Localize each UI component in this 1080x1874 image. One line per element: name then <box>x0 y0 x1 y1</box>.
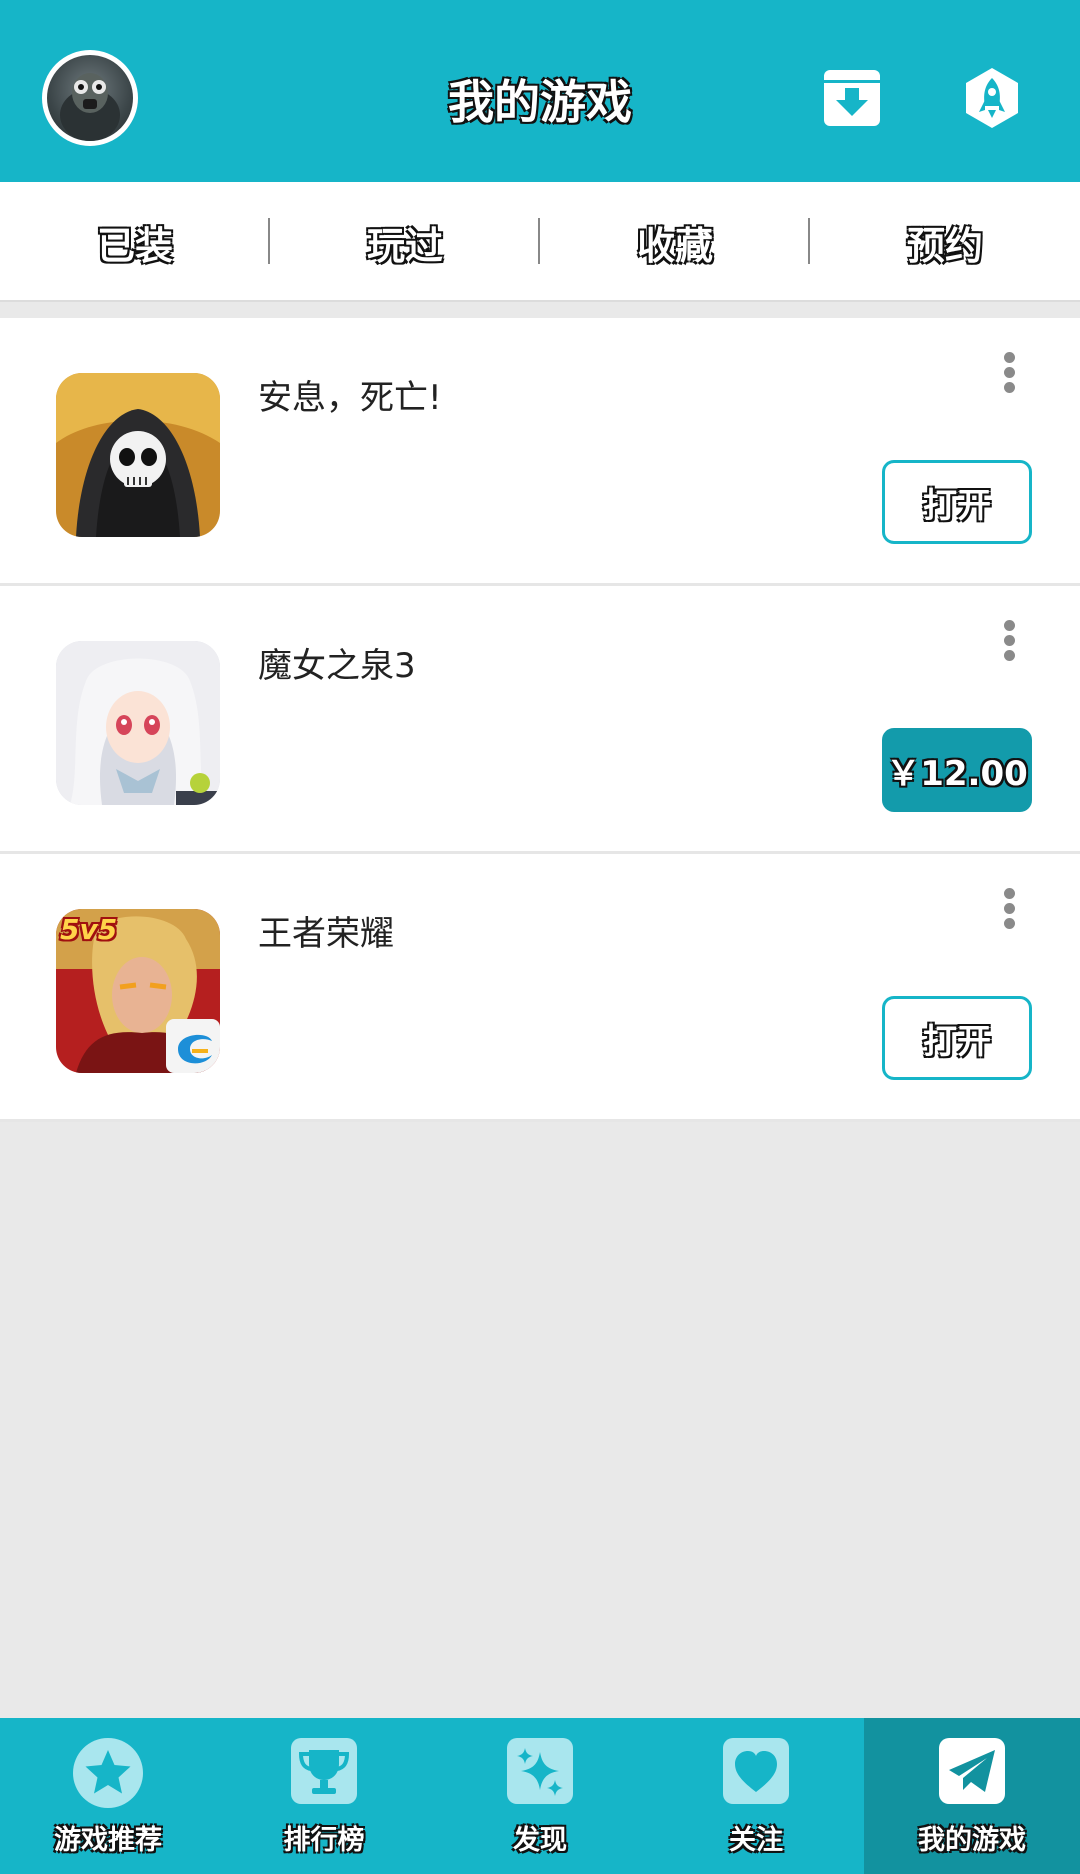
nav-label: 发现 <box>513 1825 567 1856</box>
anime-girl-icon[interactable] <box>56 641 220 805</box>
bottom-navigation: 游戏推荐 排行榜 发现 关注 我的游戏 <box>0 1718 1080 1874</box>
tab-divider <box>538 218 540 264</box>
nav-label: 游戏推荐 <box>54 1825 162 1856</box>
page-title: 我的游戏 <box>448 75 632 129</box>
list-item[interactable]: 5v5 王者荣耀 打开 <box>0 854 1080 1122</box>
nav-label: 我的游戏 <box>918 1825 1026 1856</box>
tab-played[interactable]: 玩过 <box>270 182 540 302</box>
more-options-icon[interactable] <box>996 616 1022 672</box>
more-options-icon[interactable] <box>996 348 1022 404</box>
rocket-icon <box>966 68 1018 128</box>
more-options-icon[interactable] <box>996 884 1022 940</box>
category-tabs: 已装 玩过 收藏 预约 <box>0 182 1080 302</box>
list-item[interactable]: 安息，死亡! 打开 <box>0 318 1080 586</box>
speed-up-button[interactable] <box>960 66 1024 130</box>
nav-label: 排行榜 <box>283 1825 365 1856</box>
nav-label: 关注 <box>729 1825 783 1856</box>
paper-plane-icon <box>939 1738 1005 1804</box>
download-manager-button[interactable] <box>820 66 884 130</box>
skull-reaper-icon[interactable] <box>56 373 220 537</box>
nav-my-games[interactable]: 我的游戏 <box>864 1718 1080 1874</box>
tab-divider <box>808 218 810 264</box>
star-icon <box>73 1738 143 1808</box>
tab-reserved[interactable]: 预约 <box>810 182 1080 302</box>
download-box-icon <box>824 70 880 126</box>
sparkle-icon <box>507 1738 573 1804</box>
tab-divider <box>268 218 270 264</box>
5v5-badge: 5v5 <box>60 913 118 946</box>
tab-favorites[interactable]: 收藏 <box>540 182 810 302</box>
heart-icon <box>723 1738 789 1804</box>
nav-ranking[interactable]: 排行榜 <box>216 1718 432 1874</box>
trophy-icon <box>291 1738 357 1804</box>
game-title[interactable]: 安息，死亡! <box>258 370 442 419</box>
game-title[interactable]: 魔女之泉3 <box>258 638 416 687</box>
nav-discover[interactable]: 发现 <box>432 1718 648 1874</box>
tab-installed[interactable]: 已装 <box>0 182 270 302</box>
price-button[interactable]: ￥12.00 <box>882 728 1032 812</box>
5v5-hero-icon[interactable]: 5v5 <box>56 909 220 1073</box>
nav-follow[interactable]: 关注 <box>648 1718 864 1874</box>
list-item[interactable]: 魔女之泉3 ￥12.00 <box>0 586 1080 854</box>
avatar-image <box>60 73 120 141</box>
open-button[interactable]: 打开 <box>882 460 1032 544</box>
avatar[interactable] <box>42 50 138 146</box>
open-button[interactable]: 打开 <box>882 996 1032 1080</box>
game-list: 安息，死亡! 打开 魔女之泉3 ￥12.00 5v5 王者荣耀 打开 <box>0 318 1080 1122</box>
nav-game-recommend[interactable]: 游戏推荐 <box>0 1718 216 1874</box>
app-header: 我的游戏 <box>0 0 1080 182</box>
game-title[interactable]: 王者荣耀 <box>258 906 394 955</box>
